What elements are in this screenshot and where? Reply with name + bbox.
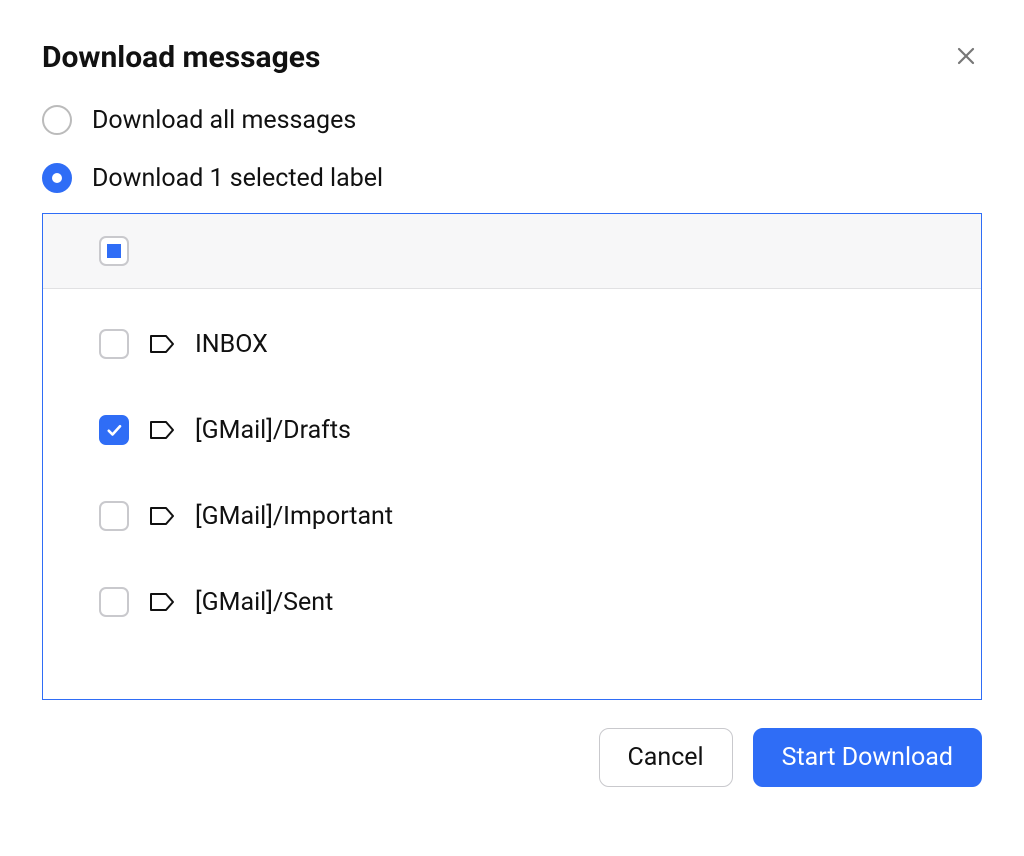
label-name: [GMail]/Drafts	[195, 416, 351, 445]
label-checkbox[interactable]	[99, 329, 129, 359]
label-checkbox[interactable]	[99, 415, 129, 445]
label-icon	[149, 505, 175, 527]
label-checkbox[interactable]	[99, 587, 129, 617]
label-name: [GMail]/Important	[195, 502, 393, 531]
start-download-button[interactable]: Start Download	[753, 728, 982, 787]
close-button[interactable]	[950, 40, 982, 75]
dialog-footer: Cancel Start Download	[42, 728, 982, 787]
label-row[interactable]: [GMail]/Drafts	[43, 387, 981, 473]
cancel-button[interactable]: Cancel	[599, 728, 733, 787]
download-messages-dialog: Download messages Download all messages …	[42, 40, 982, 787]
label-row[interactable]: [GMail]/Important	[43, 473, 981, 559]
labels-selection-box: INBOX [GMail]/Drafts	[42, 213, 982, 700]
label-icon	[149, 333, 175, 355]
label-row[interactable]: INBOX	[43, 301, 981, 387]
label-name: INBOX	[195, 330, 268, 359]
label-icon	[149, 419, 175, 441]
select-all-checkbox[interactable]	[99, 236, 129, 266]
dialog-header: Download messages	[42, 40, 982, 75]
dialog-title: Download messages	[42, 40, 320, 75]
radio-icon	[42, 105, 72, 135]
radio-icon	[42, 163, 72, 193]
download-mode-radio-group: Download all messages Download 1 selecte…	[42, 105, 982, 193]
close-icon	[954, 44, 978, 71]
label-name: [GMail]/Sent	[195, 588, 333, 617]
labels-select-all-header	[43, 214, 981, 289]
label-row[interactable]: [GMail]/Sent	[43, 559, 981, 645]
radio-label-all: Download all messages	[92, 106, 356, 135]
labels-list: INBOX [GMail]/Drafts	[43, 289, 981, 699]
radio-option-all[interactable]: Download all messages	[42, 105, 982, 135]
radio-option-selected[interactable]: Download 1 selected label	[42, 163, 982, 193]
label-icon	[149, 591, 175, 613]
label-checkbox[interactable]	[99, 501, 129, 531]
radio-label-selected: Download 1 selected label	[92, 164, 383, 193]
